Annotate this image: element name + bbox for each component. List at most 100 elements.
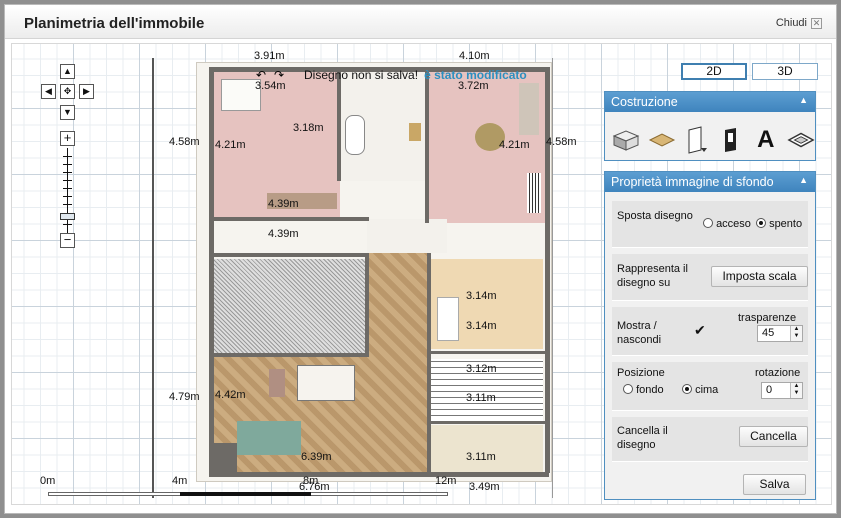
zoom-track[interactable]: [67, 148, 68, 234]
stepper-arrows-icon[interactable]: ▲ ▼: [790, 326, 802, 341]
dim-label: 3.11m: [466, 451, 496, 463]
transparency-value: 45: [762, 327, 775, 339]
center-view-icon[interactable]: ✥: [60, 84, 75, 99]
storage-room: [297, 365, 355, 401]
set-scale-button[interactable]: Imposta scala: [711, 266, 808, 287]
background-floorplan[interactable]: [196, 62, 552, 482]
collapse-caret-icon[interactable]: ▲: [799, 175, 808, 185]
collapse-caret-icon[interactable]: ▲: [799, 95, 808, 105]
bathtub-shape: [345, 115, 365, 155]
construction-header[interactable]: Costruzione ▲: [605, 92, 815, 112]
dim-label: 4.58m: [169, 136, 200, 148]
stepper-arrows-icon[interactable]: ▲ ▼: [790, 383, 802, 398]
modified-link[interactable]: è stato modificato: [424, 68, 527, 82]
position-top-label: cima: [695, 384, 719, 396]
move-off-radio[interactable]: [756, 218, 766, 228]
undo-icon[interactable]: ↶: [256, 68, 266, 82]
text-tool-icon[interactable]: A: [753, 126, 779, 154]
scale-drawing-label: Rappresenta il disegno su: [617, 263, 688, 289]
dim-label: 4.58m: [546, 136, 577, 148]
scale-section: Rappresenta il disegno su Imposta scala: [612, 254, 808, 301]
position-back-option[interactable]: fondo: [623, 383, 664, 397]
window-tool-icon[interactable]: [718, 126, 744, 154]
wall: [213, 353, 369, 357]
wall: [209, 217, 369, 221]
pan-up-button[interactable]: ▲: [60, 64, 75, 79]
scale-segment: [180, 492, 311, 496]
transparency-stepper[interactable]: 45 ▲ ▼: [757, 325, 803, 342]
zoom-tick: [63, 196, 72, 197]
move-drawing-section: Sposta disegno acceso spento: [612, 201, 808, 248]
zoom-tick: [63, 164, 72, 165]
dim-label: 3.14m: [466, 320, 497, 332]
x-icon[interactable]: ✕: [811, 17, 822, 29]
scale-label: 0m: [40, 475, 56, 487]
dim-label: 4.21m: [215, 139, 246, 151]
wall: [337, 67, 341, 181]
scale-label: 4m: [172, 475, 188, 487]
position-top-option[interactable]: cima: [682, 383, 718, 397]
wall: [213, 253, 369, 257]
view-3d-button[interactable]: 3D: [752, 63, 818, 80]
small-bed-shape: [437, 297, 459, 341]
wall: [427, 253, 431, 475]
hall-area: [367, 219, 447, 253]
rotation-stepper[interactable]: 0 ▲ ▼: [761, 382, 803, 399]
zoom-tick: [63, 172, 72, 173]
wall: [425, 67, 429, 223]
zoom-in-button[interactable]: +: [60, 131, 75, 146]
zoom-slider-handle[interactable]: [60, 213, 75, 220]
save-status: Disegno non si salva! è stato modificato: [304, 68, 527, 82]
position-back-label: fondo: [636, 384, 664, 396]
wall: [365, 253, 369, 357]
delete-section: Cancella il disegno Cancella: [612, 417, 808, 462]
position-label: Posizione: [617, 367, 665, 379]
save-button[interactable]: Salva: [743, 474, 806, 495]
wall-line: [552, 58, 553, 498]
close-button[interactable]: Chiudi ✕: [776, 17, 822, 29]
view-2d-button[interactable]: 2D: [681, 63, 747, 80]
position-top-radio[interactable]: [682, 384, 692, 394]
rotation-label: rotazione: [755, 367, 801, 379]
zoom-out-button[interactable]: −: [60, 233, 75, 248]
zoom-tick: [63, 224, 72, 225]
move-off-option[interactable]: spento: [756, 217, 803, 231]
dim-label: 4.42m: [215, 389, 246, 401]
pan-left-button[interactable]: ◀: [41, 84, 56, 99]
dim-label: 4.39m: [268, 228, 299, 240]
room-four: [431, 425, 543, 473]
dim-label: 4.10m: [459, 50, 490, 62]
drawing-canvas[interactable]: ▲ ◀ ✥ ▶ ▼ + − 3.91m 4.10m 3.54m 3.72m 4.…: [11, 43, 832, 505]
background-panel-header[interactable]: Proprietà immagine di sfondo ▲: [605, 172, 815, 192]
construction-toolbar: A: [605, 112, 815, 159]
pan-right-button[interactable]: ▶: [79, 84, 94, 99]
floor-tool-icon[interactable]: [648, 126, 676, 154]
move-on-label: acceso: [716, 218, 751, 230]
floorplan-window: Planimetria dell'immobile Chiudi ✕ ▲ ◀ ✥…: [4, 4, 837, 514]
dim-label: 3.12m: [466, 363, 497, 375]
wall: [209, 472, 549, 477]
wall-tool-icon[interactable]: [612, 126, 640, 154]
piano-shape: [527, 173, 541, 213]
transparency-label: trasparenze: [738, 312, 797, 324]
window-title: Planimetria dell'immobile: [24, 15, 205, 32]
dim-label: 6.39m: [301, 451, 332, 463]
close-label: Chiudi: [775, 17, 807, 29]
delete-drawing-label: Cancella il disegno: [617, 425, 668, 451]
zoom-tick: [63, 156, 72, 157]
move-off-label: spento: [769, 218, 803, 230]
pan-down-button[interactable]: ▼: [60, 105, 75, 120]
dim-label: 3.91m: [254, 50, 285, 62]
window-titlebar: Planimetria dell'immobile Chiudi ✕: [5, 5, 836, 39]
redo-icon[interactable]: ↷: [274, 68, 284, 82]
door-tool-icon[interactable]: [684, 126, 710, 154]
dimension-tool-icon[interactable]: [787, 126, 815, 154]
delete-button[interactable]: Cancella: [739, 426, 808, 447]
show-checkbox[interactable]: ✔: [694, 323, 706, 337]
dim-label: 4.21m: [499, 139, 530, 151]
position-back-radio[interactable]: [623, 384, 633, 394]
move-on-radio[interactable]: [703, 218, 713, 228]
rotation-value: 0: [766, 384, 773, 396]
scale-label: 12m: [435, 475, 457, 487]
move-on-option[interactable]: acceso: [703, 217, 751, 231]
